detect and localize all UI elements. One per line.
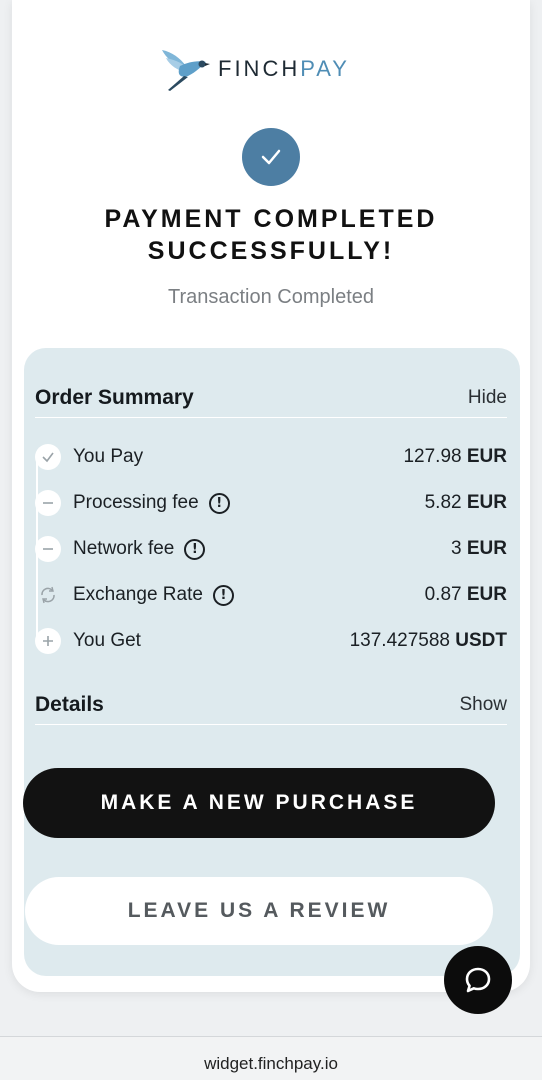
payment-card: FINCHPAY PAYMENT COMPLETED SUCCESSFULLY!…: [12, 0, 530, 992]
leave-review-button[interactable]: LEAVE US A REVIEW: [25, 877, 493, 945]
row-label: Processing fee: [73, 492, 199, 513]
check-icon: [35, 444, 61, 470]
row-label: You Pay: [73, 446, 144, 467]
footer-url: widget.finchpay.io: [0, 1036, 542, 1080]
order-summary-title: Order Summary: [35, 385, 194, 409]
summary-rows: You Pay 127.98 EUR Processing fee ! 5.82…: [35, 434, 507, 664]
details-title: Details: [35, 692, 104, 716]
finch-bird-icon: [162, 50, 210, 91]
brand-name: FINCHPAY: [218, 56, 350, 81]
chat-bubble-icon[interactable]: [444, 946, 512, 1014]
status-title: PAYMENT COMPLETED SUCCESSFULLY!: [104, 205, 438, 265]
row-value: 0.87 EUR: [424, 584, 507, 605]
info-icon[interactable]: !: [184, 538, 206, 560]
minus-icon: [35, 490, 61, 516]
row-value: 5.82 EUR: [424, 492, 507, 513]
details-header: Details Show: [35, 685, 507, 725]
info-icon[interactable]: !: [212, 584, 234, 606]
summary-row-you-pay: You Pay 127.98 EUR: [35, 434, 507, 480]
exchange-icon: [35, 582, 61, 608]
summary-row-exchange-rate: Exchange Rate ! 0.87 EUR: [35, 572, 507, 618]
summary-row-processing-fee: Processing fee ! 5.82 EUR: [35, 480, 507, 526]
row-value: 137.427588 USDT: [349, 630, 507, 651]
hide-summary-link[interactable]: Hide: [468, 387, 507, 409]
make-new-purchase-button[interactable]: MAKE A NEW PURCHASE: [23, 768, 495, 838]
row-label: Network fee: [73, 538, 175, 559]
row-label: You Get: [73, 630, 141, 651]
row-value: 127.98 EUR: [403, 446, 507, 467]
minus-icon: [35, 536, 61, 562]
row-value: 3 EUR: [451, 538, 507, 559]
summary-row-you-get: You Get 137.427588 USDT: [35, 618, 507, 664]
info-icon[interactable]: !: [208, 492, 230, 514]
row-label: Exchange Rate: [73, 584, 203, 605]
order-summary-header: Order Summary Hide: [35, 378, 507, 418]
success-check-icon: [242, 128, 300, 186]
finchpay-logo: FINCHPAY: [158, 44, 398, 94]
plus-icon: [35, 628, 61, 654]
show-details-link[interactable]: Show: [459, 694, 507, 716]
summary-row-network-fee: Network fee ! 3 EUR: [35, 526, 507, 572]
status-subtitle: Transaction Completed: [167, 286, 375, 308]
